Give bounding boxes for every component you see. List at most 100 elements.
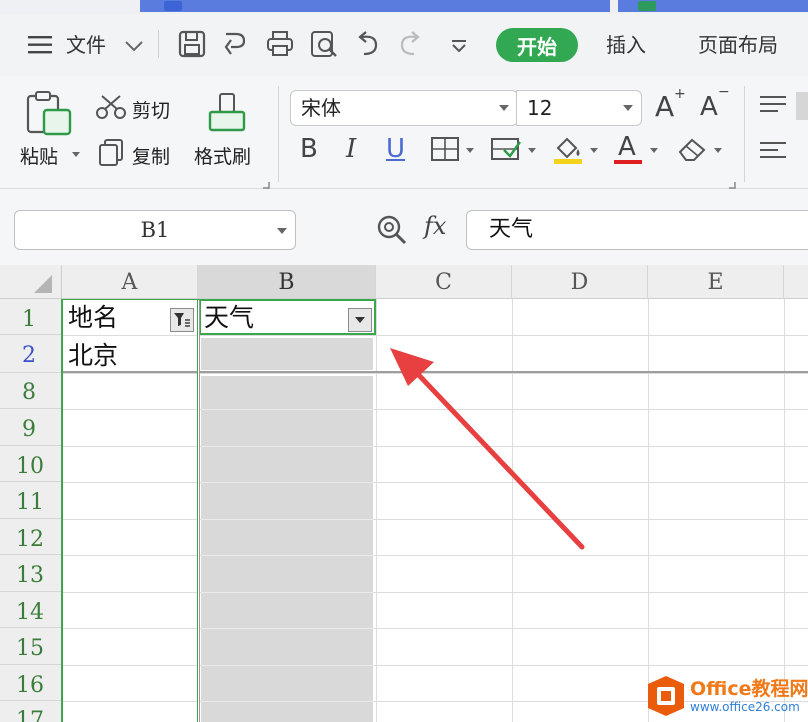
gridline: [201, 628, 373, 629]
file-menu[interactable]: 文件: [66, 33, 106, 57]
decrease-font-size-button[interactable]: A: [700, 92, 718, 122]
document-tab-2[interactable]: [618, 0, 808, 12]
font-color-glyph: A: [618, 132, 636, 162]
cell-b2[interactable]: [201, 338, 373, 370]
divider: [278, 86, 279, 182]
row-header-11[interactable]: 11: [0, 482, 62, 519]
redo-icon[interactable]: [396, 30, 424, 58]
row-header-16[interactable]: 16: [0, 665, 62, 701]
gridline: [201, 482, 373, 483]
print-preview-icon[interactable]: [310, 30, 338, 58]
row-header-12[interactable]: 12: [0, 519, 62, 555]
undo-icon[interactable]: [354, 30, 382, 58]
font-color-button[interactable]: A: [614, 130, 644, 164]
tab-start[interactable]: 开始: [496, 28, 578, 62]
font-size-select[interactable]: 12: [516, 90, 642, 126]
save-icon[interactable]: [178, 30, 206, 58]
watermark: Office教程网 www.office26.com: [640, 668, 808, 722]
row-header-15[interactable]: 15: [0, 628, 62, 665]
fill-color-dropdown-icon[interactable]: [590, 148, 598, 153]
print-icon[interactable]: [266, 30, 294, 58]
font-name-select[interactable]: 宋体: [290, 90, 518, 126]
customize-toolbar-icon[interactable]: [450, 38, 468, 57]
italic-button[interactable]: I: [346, 134, 356, 164]
paste-button[interactable]: 粘贴: [20, 142, 58, 169]
border-dropdown-icon[interactable]: [466, 148, 474, 153]
underline-button[interactable]: U: [386, 134, 405, 164]
row-header-10[interactable]: 10: [0, 446, 62, 482]
paste-dropdown-icon[interactable]: [72, 152, 80, 157]
column-header-f[interactable]: [784, 265, 808, 299]
row-header-8[interactable]: 8: [0, 373, 62, 409]
gridline: [376, 299, 377, 722]
cell-style-dropdown-icon[interactable]: [528, 148, 536, 153]
eraser-icon[interactable]: [676, 136, 708, 166]
chevron-down-icon[interactable]: [124, 38, 144, 57]
annotation-arrow: [390, 348, 585, 550]
gridline: [201, 519, 373, 520]
filter-active-button[interactable]: [170, 308, 194, 332]
font-size-value: 12: [527, 96, 553, 120]
column-header-b[interactable]: B: [198, 265, 376, 299]
align-button-partial[interactable]: [796, 92, 808, 120]
cell-b1[interactable]: 天气: [204, 302, 254, 334]
chevron-down-icon[interactable]: [499, 105, 509, 111]
document-tab-icon: [164, 1, 182, 11]
gridline: [201, 665, 373, 666]
row-header-2[interactable]: 2: [0, 335, 62, 373]
tab-insert[interactable]: 插入: [606, 33, 646, 57]
office-logo-icon: [648, 676, 684, 716]
align-left-icon[interactable]: [758, 140, 788, 164]
annotation-arrow-head: [390, 348, 434, 386]
formula-input[interactable]: 天气: [466, 210, 808, 250]
increase-font-size-button[interactable]: A: [655, 90, 674, 123]
paste-icon[interactable]: [24, 90, 76, 138]
scissors-icon[interactable]: [96, 94, 126, 124]
hamburger-menu-icon[interactable]: [28, 35, 54, 55]
format-painter-button[interactable]: 格式刷: [194, 142, 251, 169]
align-top-icon[interactable]: [758, 94, 788, 118]
bold-button[interactable]: B: [300, 134, 318, 164]
name-box[interactable]: B1: [14, 210, 296, 250]
selection-border: [197, 299, 200, 722]
clear-dropdown-icon[interactable]: [714, 148, 722, 153]
selection-border: [61, 299, 63, 722]
zoom-search-icon[interactable]: [376, 214, 408, 250]
column-header-e[interactable]: E: [648, 265, 784, 299]
insert-function-button[interactable]: fx: [424, 212, 446, 240]
format-painter-icon[interactable]: [206, 92, 248, 138]
copy-button[interactable]: 复制: [132, 142, 170, 169]
cell-style-icon[interactable]: [490, 136, 522, 166]
row-header-13[interactable]: 13: [0, 555, 62, 592]
fill-color-icon[interactable]: [552, 134, 584, 168]
cell-a2[interactable]: 北京: [68, 340, 118, 372]
gridline: [201, 592, 373, 593]
column-b-shaded-range[interactable]: [201, 376, 373, 722]
chevron-down-icon[interactable]: [623, 105, 633, 111]
row-header-14[interactable]: 14: [0, 592, 62, 628]
cut-button[interactable]: 剪切: [132, 96, 170, 123]
font-color-dropdown-icon[interactable]: [650, 148, 658, 153]
gridline: [201, 701, 373, 702]
column-header-c[interactable]: C: [376, 265, 512, 299]
cell-a1[interactable]: 地名: [68, 302, 118, 334]
row-header-17[interactable]: 17: [0, 701, 62, 722]
row-header-9[interactable]: 9: [0, 409, 62, 446]
border-icon[interactable]: [430, 136, 460, 166]
copy-icon[interactable]: [98, 138, 124, 170]
font-color-swatch: [614, 160, 642, 164]
gridline: [201, 555, 373, 556]
export-icon[interactable]: [222, 30, 250, 58]
filter-dropdown-button[interactable]: [348, 308, 372, 332]
column-header-d[interactable]: D: [512, 265, 648, 299]
tab-page-layout[interactable]: 页面布局: [698, 33, 778, 57]
row-header-1[interactable]: 1: [0, 299, 62, 335]
plus-icon: +: [674, 86, 686, 102]
select-all-corner[interactable]: [0, 265, 62, 299]
gridline: [62, 335, 808, 336]
gridline: [62, 628, 808, 629]
chevron-down-icon[interactable]: [277, 228, 287, 234]
watermark-url: www.office26.com: [690, 700, 800, 714]
column-header-a[interactable]: A: [62, 265, 198, 299]
document-tab[interactable]: [140, 0, 610, 12]
